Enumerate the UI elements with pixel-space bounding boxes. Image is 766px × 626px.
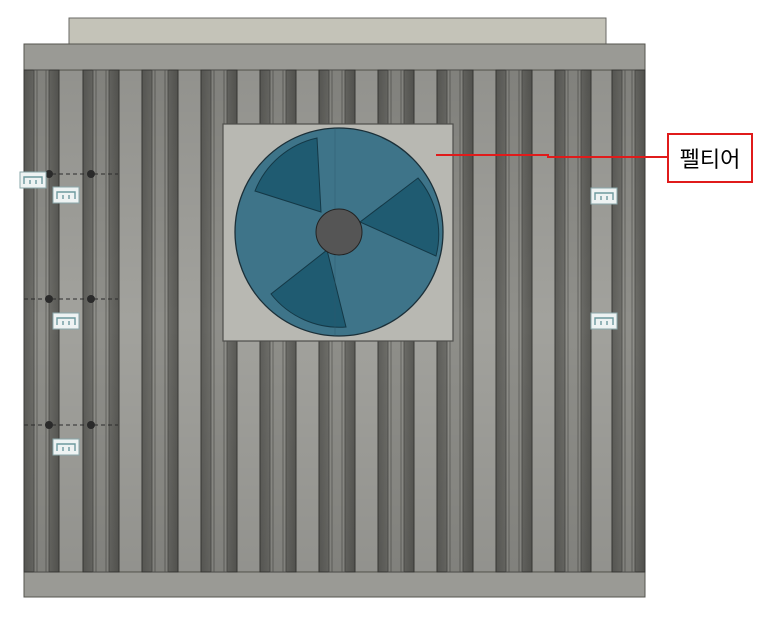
sketch-point-icon[interactable] (45, 295, 53, 303)
sketch-point-icon[interactable] (87, 295, 95, 303)
heatsink-top-band (23, 43, 646, 71)
cad-viewport: 펠티어 (0, 0, 766, 622)
fan-assembly[interactable] (222, 123, 454, 342)
sketch-point-icon[interactable] (45, 421, 53, 429)
constraint-marker-icon[interactable] (52, 186, 80, 204)
sketch-point-icon[interactable] (87, 170, 95, 178)
heatsink-drawing (19, 17, 667, 598)
constraint-marker-icon[interactable] (590, 312, 618, 330)
constraint-marker-icon[interactable] (590, 187, 618, 205)
top-plate (68, 17, 607, 46)
constraint-marker-icon[interactable] (19, 171, 47, 189)
fan-hub (315, 208, 363, 256)
callout-label: 펠티어 (679, 148, 741, 173)
sketch-point-icon[interactable] (87, 421, 95, 429)
constraint-marker-icon[interactable] (52, 312, 80, 330)
callout-label-box: 펠티어 (667, 133, 753, 183)
heatsink-bottom-band (23, 571, 646, 598)
constraint-marker-icon[interactable] (52, 438, 80, 456)
